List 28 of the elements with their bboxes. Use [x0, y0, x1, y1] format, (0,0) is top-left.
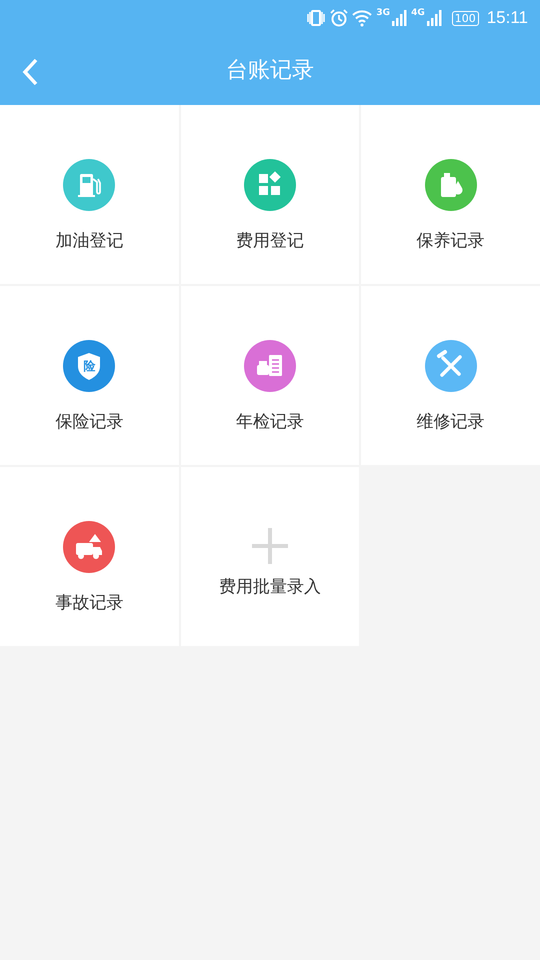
vibrate-icon	[306, 9, 326, 27]
grid-tile[interactable]: 费用批量录入	[180, 467, 360, 646]
tile-label: 保险记录	[55, 411, 124, 433]
grid-tile[interactable]: 加油登记	[0, 105, 179, 284]
tile-label: 年检记录	[236, 411, 304, 433]
network-type: 4G	[411, 8, 425, 18]
grid-tile[interactable]: 事故记录	[0, 467, 179, 646]
grid-tile[interactable]: 维修记录	[361, 286, 540, 465]
grid-tile[interactable]: 年检记录	[180, 286, 360, 465]
alarm-icon	[330, 9, 348, 27]
battery-level: 100	[452, 10, 479, 26]
grid-tile[interactable]: 险 保险记录	[0, 286, 179, 465]
icon-text: 险	[83, 358, 96, 375]
tile-label: 事故记录	[55, 592, 124, 614]
grid-tile[interactable]: 费用登记	[180, 105, 360, 284]
signal-icon	[426, 10, 442, 26]
page-title: 台账记录	[226, 56, 314, 84]
tile-label: 维修记录	[416, 411, 485, 433]
network-type: 3G	[376, 8, 390, 18]
tile-label: 费用登记	[236, 230, 304, 252]
tile-label: 加油登记	[55, 230, 124, 252]
wifi-icon	[352, 9, 372, 27]
tile-label: 保养记录	[416, 230, 485, 252]
status-time: 15:11	[486, 8, 528, 28]
plus-icon	[250, 527, 289, 565]
signal-icon	[391, 10, 408, 26]
grid-tile[interactable]: 保养记录	[361, 105, 540, 284]
tile-label: 费用批量录入	[218, 576, 321, 598]
